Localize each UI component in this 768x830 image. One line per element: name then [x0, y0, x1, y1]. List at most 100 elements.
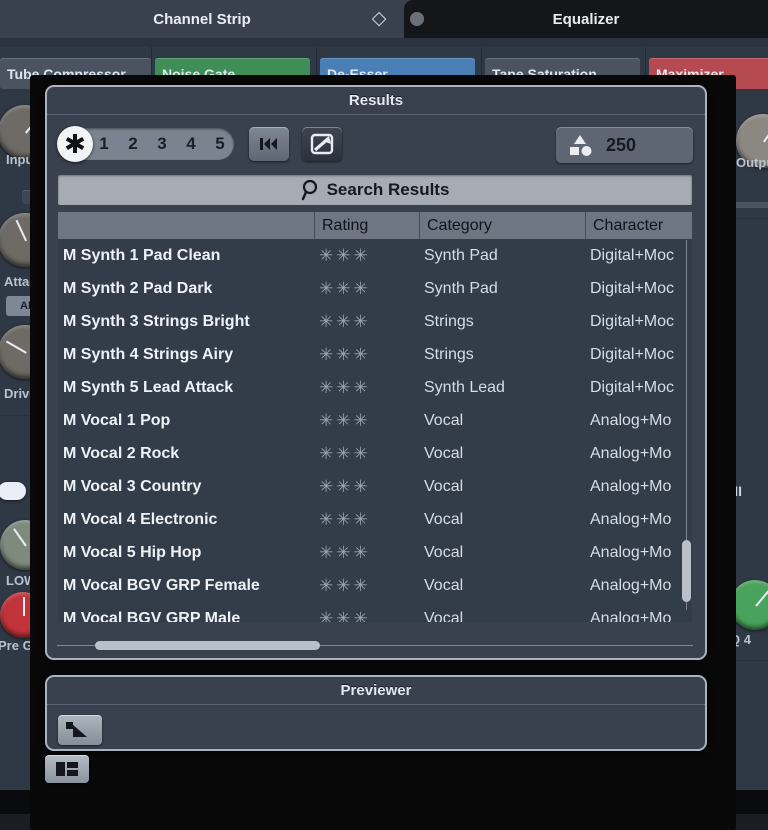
tab-channel-strip[interactable]: Channel Strip [0, 0, 404, 38]
result-count-badge[interactable]: 250 [556, 127, 693, 163]
cell-rating: ✳✳✳ [319, 345, 371, 364]
rating-filter-4[interactable]: 4 [182, 134, 200, 154]
layout-view-icon [56, 762, 78, 776]
vertical-scrollbar-thumb[interactable] [682, 540, 691, 602]
results-panel-title: Results [348, 92, 404, 109]
cell-character: Analog+Mo [590, 544, 672, 561]
cell-category: Vocal [424, 412, 464, 429]
cell-rating: ✳✳✳ [319, 477, 371, 496]
loop-button[interactable] [302, 127, 342, 161]
star-icon[interactable]: ✱ [57, 126, 93, 162]
cell-category: Strings [424, 346, 474, 363]
column-header-name[interactable] [58, 212, 314, 239]
column-header-character[interactable]: Character [585, 212, 692, 239]
results-table[interactable]: Rating Category Character M Synth 1 Pad … [58, 212, 692, 622]
horizontal-scrollbar[interactable] [57, 641, 693, 650]
cell-rating: ✳✳✳ [319, 378, 371, 397]
results-panel: Results ✱ 1 2 3 4 5 250 Search Results R… [45, 85, 707, 660]
table-row[interactable]: M Vocal 4 Electronic ✳✳✳ Vocal Analog+Mo [58, 503, 692, 536]
table-row[interactable]: M Vocal BGV GRP Male ✳✳✳ Vocal Analog+Mo [58, 602, 692, 622]
cell-name: M Synth 2 Pad Dark [63, 280, 213, 297]
results-toolbar: ✱ 1 2 3 4 5 250 [47, 115, 705, 170]
cell-name: M Vocal 1 Pop [63, 412, 171, 429]
rewind-button[interactable] [249, 127, 289, 161]
rating-filter-1[interactable]: 1 [95, 134, 113, 154]
cell-rating: ✳✳✳ [319, 510, 371, 529]
cell-name: M Vocal BGV GRP Male [63, 610, 241, 622]
table-row[interactable]: M Synth 5 Lead Attack ✳✳✳ Synth Lead Digita… [58, 371, 692, 404]
cell-name: M Vocal 5 Hip Hop [63, 544, 202, 561]
cell-category: Synth Pad [424, 280, 498, 297]
cell-category: Vocal [424, 610, 464, 622]
preview-play-icon [66, 722, 87, 737]
cell-rating: ✳✳✳ [319, 576, 371, 595]
shapes-icon [570, 135, 592, 156]
cell-name: M Synth 5 Lead Attack [63, 379, 234, 396]
cell-character: Analog+Mo [590, 577, 672, 594]
knob-output-label: Output [736, 155, 768, 170]
rating-filter-3[interactable]: 3 [153, 134, 171, 154]
loop-icon [310, 133, 334, 155]
column-header-rating[interactable]: Rating [314, 212, 419, 239]
cell-category: Vocal [424, 544, 464, 561]
table-row[interactable]: M Vocal 2 Rock ✳✳✳ Vocal Analog+Mo [58, 437, 692, 470]
cell-rating: ✳✳✳ [319, 279, 371, 298]
diamond-icon[interactable]: ◇ [370, 8, 388, 30]
cell-character: Analog+Mo [590, 478, 672, 495]
cell-character: Digital+Moc [590, 346, 675, 363]
table-row[interactable]: M Vocal 3 Country ✳✳✳ Vocal Analog+Mo [58, 470, 692, 503]
previewer-play-button[interactable] [58, 715, 102, 745]
results-table-header: Rating Category Character [58, 212, 692, 239]
vertical-scrollbar[interactable] [682, 240, 691, 610]
cell-category: Vocal [424, 577, 464, 594]
rating-filter-5[interactable]: 5 [211, 134, 229, 154]
column-header-category[interactable]: Category [419, 212, 585, 239]
table-row[interactable]: M Synth 1 Pad Clean ✳✳✳ Synth Pad Digital+M… [58, 239, 692, 272]
results-row-list: M Synth 1 Pad Clean ✳✳✳ Synth Pad Digital+M… [58, 239, 692, 622]
rating-filter-2[interactable]: 2 [124, 134, 142, 154]
cell-rating: ✳✳✳ [319, 609, 371, 622]
cell-character: Digital+Moc [590, 379, 675, 396]
previewer-panel-title: Previewer [340, 682, 412, 699]
table-row[interactable]: M Synth 4 Strings Airy ✳✳✳ Strings Digital+… [58, 338, 692, 371]
previewer-panel: Previewer [45, 675, 707, 751]
search-icon [301, 179, 317, 201]
rating-filter-group[interactable]: ✱ 1 2 3 4 5 [57, 126, 234, 162]
cell-name: M Vocal BGV GRP Female [63, 577, 260, 594]
table-row[interactable]: M Vocal 1 Pop ✳✳✳ Vocal Analog+Mo [58, 404, 692, 437]
search-input[interactable]: Search Results [58, 175, 692, 205]
tabbar-divider [0, 38, 768, 47]
cell-character: Analog+Mo [590, 511, 672, 528]
rewind-icon [260, 138, 277, 150]
cell-name: M Vocal 4 Electronic [63, 511, 218, 528]
cell-character: Analog+Mo [590, 412, 672, 429]
cell-character: Analog+Mo [590, 610, 672, 622]
tab-equalizer[interactable]: Equalizer [404, 0, 768, 38]
cell-rating: ✳✳✳ [319, 543, 371, 562]
cell-rating: ✳✳✳ [319, 444, 371, 463]
cell-category: Vocal [424, 511, 464, 528]
table-row[interactable]: M Synth 2 Pad Dark ✳✳✳ Synth Pad Digital+Mo… [58, 272, 692, 305]
cell-name: M Vocal 2 Rock [63, 445, 180, 462]
tab-equalizer-label: Equalizer [552, 10, 620, 28]
table-row[interactable]: M Synth 3 Strings Bright ✳✳✳ Strings Digita… [58, 305, 692, 338]
table-row[interactable]: M Vocal 5 Hip Hop ✳✳✳ Vocal Analog+Mo [58, 536, 692, 569]
cell-rating: ✳✳✳ [319, 411, 371, 430]
table-row[interactable]: M Vocal BGV GRP Female ✳✳✳ Vocal Analog+Mo [58, 569, 692, 602]
cell-name: M Synth 1 Pad Clean [63, 247, 221, 264]
horizontal-scrollbar-thumb[interactable] [95, 641, 320, 650]
cell-rating: ✳✳✳ [319, 246, 371, 265]
cell-name: M Vocal 3 Country [63, 478, 202, 495]
cell-category: Strings [424, 313, 474, 330]
bypass-indicator[interactable] [0, 482, 26, 500]
result-count-value: 250 [606, 134, 637, 155]
cell-character: Digital+Moc [590, 280, 675, 297]
search-placeholder: Search Results [326, 180, 450, 199]
previewer-body [47, 705, 705, 749]
cell-character: Digital+Moc [590, 313, 675, 330]
window-tabbar: Channel Strip Equalizer ◇ [0, 0, 768, 38]
power-dot-icon[interactable] [410, 12, 424, 26]
cell-category: Vocal [424, 478, 464, 495]
cell-category: Synth Pad [424, 247, 498, 264]
view-layout-toggle-button[interactable] [45, 755, 89, 783]
